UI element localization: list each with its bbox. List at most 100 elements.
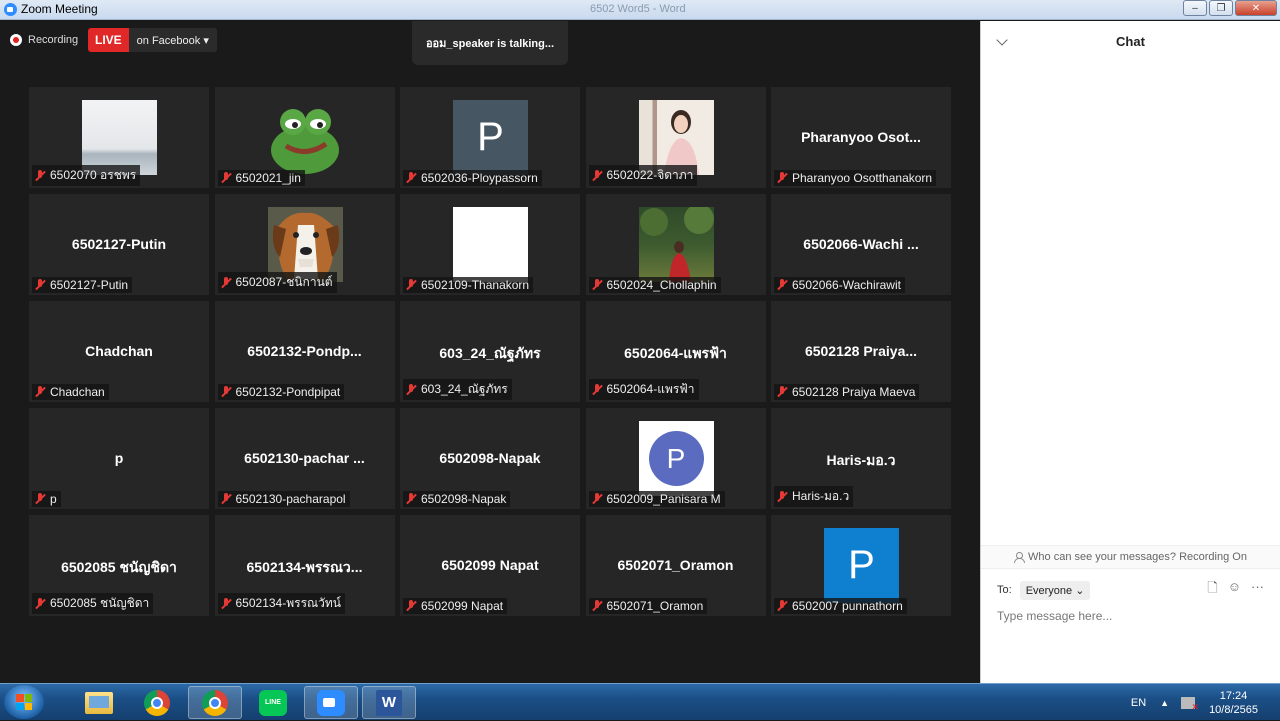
participant-display-name: 603_24_ณัฐภัทร — [439, 345, 541, 361]
chrome-taskbar-button[interactable] — [130, 686, 184, 719]
word-taskbar-button[interactable]: W — [362, 686, 416, 719]
participant-name-label: Haris-มอ.ว — [774, 486, 854, 507]
participant-name: 6502132-Pondpipat — [235, 385, 341, 399]
live-stream-control[interactable]: LIVE on Facebook ▾ — [88, 28, 217, 52]
participant-tile[interactable]: 603_24_ณัฐภัทร 603_24_ณัฐภัทร — [400, 301, 580, 402]
participant-display-name: 6502128 Praiya... — [804, 343, 918, 359]
participant-name: Haris-มอ.ว — [792, 489, 850, 503]
participant-profile-picture — [638, 207, 714, 282]
muted-microphone-icon — [34, 493, 46, 505]
participant-name: 6502070 อรชพร — [50, 168, 137, 182]
network-disconnected-icon[interactable] — [1181, 696, 1199, 713]
participant-tile[interactable]: 6502071_Oramon 6502071_Oramon — [585, 515, 766, 616]
participant-grid: 6502070 อรชพร 6502021_jin P 6502036-Ploypas… — [29, 87, 951, 616]
chrome-icon — [202, 689, 228, 716]
participant-name: 6502021_jin — [235, 171, 301, 185]
line-taskbar-button[interactable]: LINE — [246, 686, 300, 719]
participant-name-label: 6502064-แพรฟ้า — [588, 379, 699, 400]
participant-name-label: p — [32, 491, 61, 507]
emoji-icon[interactable]: ☺ — [1228, 579, 1241, 601]
background-window-title: 6502 Word5 - Word — [590, 3, 686, 15]
participant-name-label: 6502066-Wachirawit — [774, 277, 905, 293]
muted-microphone-icon — [776, 279, 788, 291]
participant-tile[interactable]: Chadchan Chadchan — [29, 301, 209, 402]
participant-name: 6502009_Panisara M — [606, 492, 721, 506]
muted-microphone-icon — [405, 600, 417, 612]
participant-tile[interactable]: 6502130-pachar ... 6502130-pacharapol — [214, 408, 395, 509]
participant-tile[interactable]: 6502127-Putin 6502127-Putin — [29, 194, 209, 295]
recording-label: Recording — [28, 34, 79, 46]
minimize-button[interactable]: – — [1183, 0, 1207, 16]
word-icon: W — [376, 689, 402, 716]
language-indicator[interactable]: EN — [1131, 697, 1146, 709]
file-icon[interactable]: 🗋 — [1207, 579, 1217, 601]
muted-microphone-icon — [776, 172, 788, 184]
participant-tile[interactable]: 6502134-พรรณว... 6502134-พรรณวัทน์ — [214, 515, 395, 616]
participant-name-label: Pharanyoo Osotthanakorn — [774, 170, 937, 186]
muted-microphone-icon — [220, 493, 232, 505]
participant-name-label: 6502128 Praiya Maeva — [774, 384, 920, 400]
to-label: To: — [997, 584, 1012, 596]
participant-display-name: Haris-มอ.ว — [826, 452, 896, 468]
participant-tile[interactable]: 6502064-แพรฟ้า 6502064-แพรฟ้า — [585, 301, 766, 402]
chrome-profile-taskbar-button[interactable] — [188, 686, 242, 719]
participant-name-label: 6502132-Pondpipat — [217, 384, 345, 400]
participant-tile[interactable]: 6502024_Chollaphin — [585, 194, 766, 295]
participant-tile[interactable]: 6502022-จิดาภา — [585, 87, 766, 188]
participant-profile-picture — [267, 100, 343, 175]
start-button[interactable] — [4, 685, 44, 719]
participant-name: 6502099 Napat — [421, 599, 504, 613]
participant-tile[interactable]: 6502098-Napak 6502098-Napak — [400, 408, 580, 509]
system-clock[interactable]: 17:24 10/8/2565 — [1209, 689, 1258, 717]
participant-display-name: 6502099 Napat — [441, 557, 539, 573]
folder-icon — [85, 691, 113, 714]
participant-tile[interactable]: 6502087-ชนิกานต์ — [214, 194, 395, 295]
participant-name: 6502007 punnathorn — [792, 599, 903, 613]
muted-microphone-icon — [220, 386, 232, 398]
participant-display-name: 6502098-Napak — [439, 450, 541, 466]
participant-tile[interactable]: 6502109-Thanakorn — [400, 194, 580, 295]
participant-tile[interactable]: Pharanyoo Osot... Pharanyoo Osotthanakorn — [771, 87, 951, 188]
zoom-taskbar-button[interactable] — [304, 686, 358, 719]
muted-microphone-icon — [220, 276, 232, 289]
participant-tile[interactable]: P 6502009_Panisara M — [585, 408, 766, 509]
participant-display-name: 6502132-Pondp... — [247, 343, 362, 359]
participant-tile[interactable]: 6502128 Praiya... 6502128 Praiya Maeva — [771, 301, 951, 402]
muted-microphone-icon — [776, 386, 788, 398]
recipient-dropdown[interactable]: Everyone ⌄ — [1019, 580, 1091, 600]
participant-tile[interactable]: 6502066-Wachi ... 6502066-Wachirawit — [771, 194, 951, 295]
participant-tile[interactable]: 6502132-Pondp... 6502132-Pondpipat — [214, 301, 395, 402]
participant-tile[interactable]: pp — [29, 408, 209, 509]
participant-tile[interactable]: 6502099 Napat 6502099 Napat — [400, 515, 580, 616]
zoom-icon — [317, 689, 345, 716]
privacy-notice[interactable]: Who can see your messages? Recording On — [981, 545, 1280, 569]
muted-microphone-icon — [591, 493, 603, 505]
participant-name: 6502087-ชนิกานต์ — [235, 275, 333, 289]
recording-indicator[interactable]: Recording — [10, 29, 78, 51]
close-button[interactable]: ✕ — [1235, 0, 1277, 16]
show-hidden-icons-icon[interactable]: ▲ — [1160, 698, 1169, 708]
chat-message-input[interactable] — [997, 609, 1257, 623]
participant-name-label: 6502009_Panisara M — [588, 491, 725, 507]
maximize-button[interactable]: ❐ — [1209, 0, 1233, 16]
file-explorer-taskbar-button[interactable] — [72, 686, 126, 719]
participant-tile[interactable]: P 6502007 punnathorn — [771, 515, 951, 616]
participant-tile[interactable]: 6502085 ชนัญชิดา 6502085 ชนัญชิดา — [29, 515, 209, 616]
meeting-gallery-view: Recording LIVE on Facebook ▾ ออม_speaker… — [0, 21, 980, 683]
participant-tile[interactable]: 6502021_jin — [214, 87, 395, 188]
participant-display-name: p — [114, 450, 124, 466]
participant-name-label: 6502134-พรรณวัทน์ — [217, 593, 345, 614]
live-target-dropdown[interactable]: on Facebook ▾ — [128, 28, 217, 52]
participant-tile[interactable]: 6502070 อรชพร — [29, 87, 209, 188]
muted-microphone-icon — [776, 600, 788, 612]
system-tray: EN ▲ 17:24 10/8/2565 — [1131, 684, 1280, 721]
window-titlebar: Zoom Meeting 6502 Word5 - Word – ❐ ✕ — [0, 0, 1280, 20]
chat-header: Chat — [981, 21, 1280, 61]
participant-display-name: Pharanyoo Osot... — [801, 129, 921, 145]
participant-name-label: 6502087-ชนิกานต์ — [217, 272, 337, 293]
participant-tile[interactable]: P 6502036-Ploypassorn — [400, 87, 580, 188]
participant-profile-picture — [638, 100, 714, 175]
more-options-icon[interactable]: ··· — [1251, 579, 1264, 601]
participant-tile[interactable]: Haris-มอ.ว Haris-มอ.ว — [771, 408, 951, 509]
participant-name-label: 6502130-pacharapol — [217, 491, 350, 507]
